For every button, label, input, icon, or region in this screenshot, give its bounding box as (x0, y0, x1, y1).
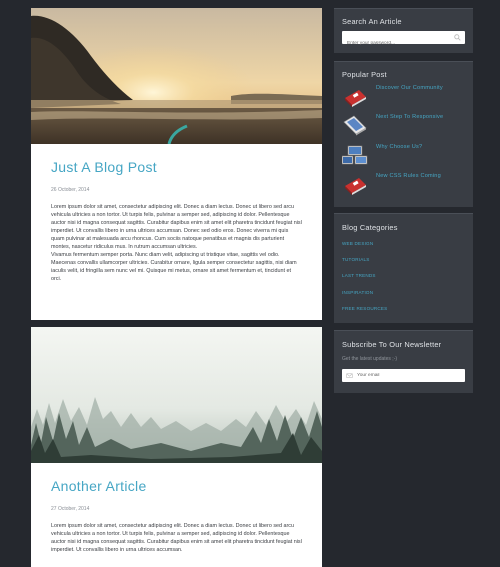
category-link-tutorials[interactable]: TUTORIALS (342, 257, 370, 262)
post-paragraph: Lorem ipsum dolor sit amet, consectetur … (51, 204, 302, 250)
popular-post-link[interactable]: Next Step To Responsive (376, 114, 443, 120)
newsletter-subtitle: Get the latest updates ;-) (342, 356, 398, 362)
post-paragraph: Vivamus fermentum semper porta. Nunc dia… (51, 252, 297, 282)
post-excerpt: Lorem ipsum dolor sit amet, consectetur … (51, 203, 302, 283)
tablet-thumbnail-icon[interactable] (342, 114, 368, 136)
search-widget: Search An Article (334, 8, 473, 53)
popular-post-link[interactable]: Discover Our Community (376, 85, 443, 91)
popular-post-widget: Popular Post Discover Our Community Next… (334, 61, 473, 207)
devices-thumbnail-icon[interactable] (342, 144, 368, 166)
blog-post: Another Article 27 October, 2014 Lorem i… (31, 327, 322, 567)
post-title[interactable]: Just A Blog Post (51, 159, 302, 175)
email-input[interactable] (355, 369, 460, 382)
search-icon[interactable] (454, 34, 461, 41)
widget-title: Subscribe To Our Newsletter (342, 340, 442, 349)
widget-title: Popular Post (342, 70, 387, 79)
category-link-free-resources[interactable]: FREE RESOURCES (342, 306, 387, 311)
popular-post-item[interactable]: Why Choose Us? (342, 144, 468, 166)
post-body: Another Article 27 October, 2014 Lorem i… (31, 463, 322, 554)
post-body: Just A Blog Post 26 October, 2014 Lorem … (31, 144, 322, 283)
popular-post-item[interactable]: Next Step To Responsive (342, 114, 468, 136)
post-image-misty-forest[interactable] (31, 327, 322, 463)
post-paragraph: Lorem ipsum dolor sit amet, consectetur … (51, 523, 302, 553)
popular-post-item[interactable]: New CSS Rules Coming (342, 173, 468, 195)
post-image-beach-sunset[interactable] (31, 8, 322, 144)
blog-categories-widget: Blog Categories WEB DESIGN TUTORIALS LAS… (334, 213, 473, 323)
newsletter-box (342, 369, 465, 382)
category-link-web-design[interactable]: WEB DESIGN (342, 241, 373, 246)
post-date: 27 October, 2014 (51, 506, 90, 512)
post-title[interactable]: Another Article (51, 478, 302, 494)
widget-title: Blog Categories (342, 223, 398, 232)
category-link-inspiration[interactable]: INSPIRATION (342, 290, 373, 295)
widget-title: Search An Article (342, 17, 402, 26)
category-link-last-trends[interactable]: LAST TRENDS (342, 273, 376, 278)
book-thumbnail-icon[interactable] (342, 173, 368, 195)
popular-post-link[interactable]: New CSS Rules Coming (376, 173, 441, 179)
popular-post-item[interactable]: Discover Our Community (342, 85, 468, 107)
search-input[interactable] (342, 37, 447, 50)
book-thumbnail-icon[interactable] (342, 85, 368, 107)
blog-post: Just A Blog Post 26 October, 2014 Lorem … (31, 8, 322, 320)
post-date: 26 October, 2014 (51, 187, 90, 193)
popular-post-link[interactable]: Why Choose Us? (376, 144, 422, 150)
mail-icon (346, 373, 353, 378)
post-excerpt: Lorem ipsum dolor sit amet, consectetur … (51, 522, 302, 554)
page: Just A Blog Post 26 October, 2014 Lorem … (0, 0, 500, 567)
search-box (342, 31, 465, 50)
newsletter-widget: Subscribe To Our Newsletter Get the late… (334, 330, 473, 393)
